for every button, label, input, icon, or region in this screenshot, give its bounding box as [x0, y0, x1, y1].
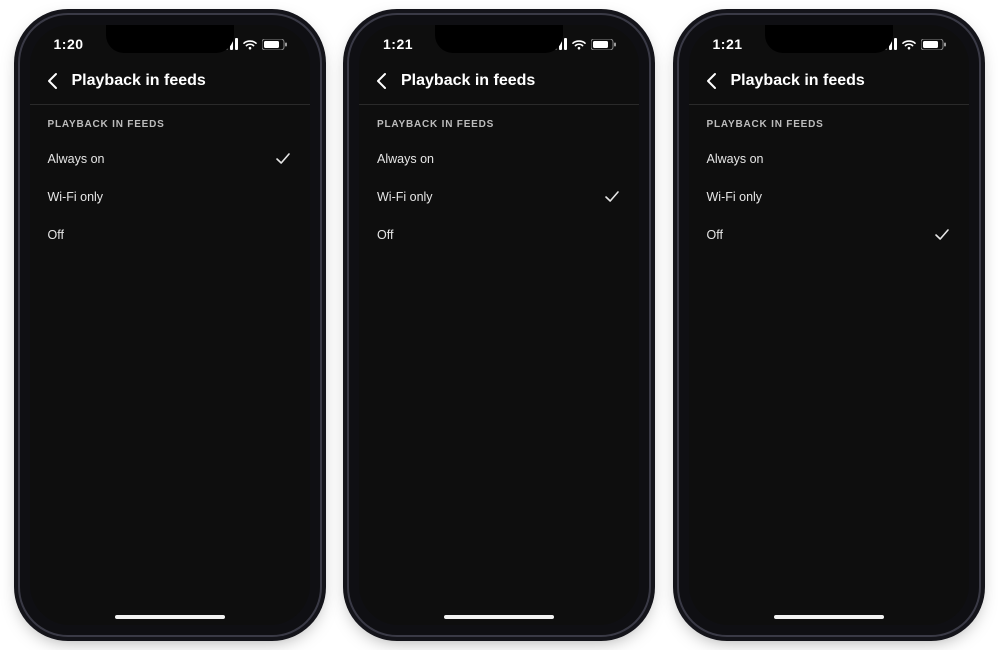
chevron-left-icon — [372, 71, 392, 91]
status-time: 1:21 — [383, 36, 413, 52]
check-icon — [274, 150, 292, 168]
option-always-on[interactable]: Always on — [359, 140, 639, 178]
phone-screen: 1:21 Playback in feeds PLAYBACK IN FEEDS… — [359, 25, 639, 625]
option-label: Wi-Fi only — [707, 191, 933, 204]
section-header: PLAYBACK IN FEEDS — [30, 105, 310, 140]
option-label: Off — [48, 229, 274, 242]
nav-bar: Playback in feeds — [359, 63, 639, 105]
battery-icon — [591, 39, 617, 50]
wifi-icon — [902, 39, 916, 50]
nav-bar: Playback in feeds — [30, 63, 310, 105]
chevron-left-icon — [43, 71, 63, 91]
empty-space — [689, 254, 969, 625]
option-wifi-only[interactable]: Wi-Fi only — [30, 178, 310, 216]
option-always-on[interactable]: Always on — [30, 140, 310, 178]
notch — [106, 25, 234, 53]
wifi-icon — [572, 39, 586, 50]
option-label: Wi-Fi only — [377, 191, 603, 204]
phone-screen: 1:20 Playback in feeds PLAYBACK IN FEEDS… — [30, 25, 310, 625]
notch — [435, 25, 563, 53]
page-title: Playback in feeds — [401, 72, 535, 90]
option-label: Off — [707, 229, 933, 242]
option-always-on[interactable]: Always on — [689, 140, 969, 178]
phone-1: 1:20 Playback in feeds PLAYBACK IN FEEDS… — [20, 15, 320, 635]
back-button[interactable] — [369, 68, 395, 94]
check-icon — [933, 226, 951, 244]
home-indicator[interactable] — [115, 615, 225, 619]
three-phone-comparison: 1:20 Playback in feeds PLAYBACK IN FEEDS… — [0, 0, 998, 650]
option-off[interactable]: Off — [689, 216, 969, 254]
back-button[interactable] — [40, 68, 66, 94]
option-label: Always on — [707, 153, 933, 166]
notch — [765, 25, 893, 53]
option-label: Off — [377, 229, 603, 242]
section-header: PLAYBACK IN FEEDS — [359, 105, 639, 140]
option-off[interactable]: Off — [30, 216, 310, 254]
section-header: PLAYBACK IN FEEDS — [689, 105, 969, 140]
empty-space — [30, 254, 310, 625]
battery-icon — [921, 39, 947, 50]
phone-2: 1:21 Playback in feeds PLAYBACK IN FEEDS… — [349, 15, 649, 635]
status-time: 1:21 — [713, 36, 743, 52]
home-indicator[interactable] — [444, 615, 554, 619]
phone-3: 1:21 Playback in feeds PLAYBACK IN FEEDS… — [679, 15, 979, 635]
option-off[interactable]: Off — [359, 216, 639, 254]
home-indicator[interactable] — [774, 615, 884, 619]
page-title: Playback in feeds — [731, 72, 865, 90]
option-label: Wi-Fi only — [48, 191, 274, 204]
option-label: Always on — [48, 153, 274, 166]
battery-icon — [262, 39, 288, 50]
empty-space — [359, 254, 639, 625]
status-time: 1:20 — [54, 36, 84, 52]
chevron-left-icon — [702, 71, 722, 91]
nav-bar: Playback in feeds — [689, 63, 969, 105]
check-icon — [603, 188, 621, 206]
option-label: Always on — [377, 153, 603, 166]
page-title: Playback in feeds — [72, 72, 206, 90]
option-wifi-only[interactable]: Wi-Fi only — [689, 178, 969, 216]
phone-screen: 1:21 Playback in feeds PLAYBACK IN FEEDS… — [689, 25, 969, 625]
back-button[interactable] — [699, 68, 725, 94]
option-wifi-only[interactable]: Wi-Fi only — [359, 178, 639, 216]
wifi-icon — [243, 39, 257, 50]
